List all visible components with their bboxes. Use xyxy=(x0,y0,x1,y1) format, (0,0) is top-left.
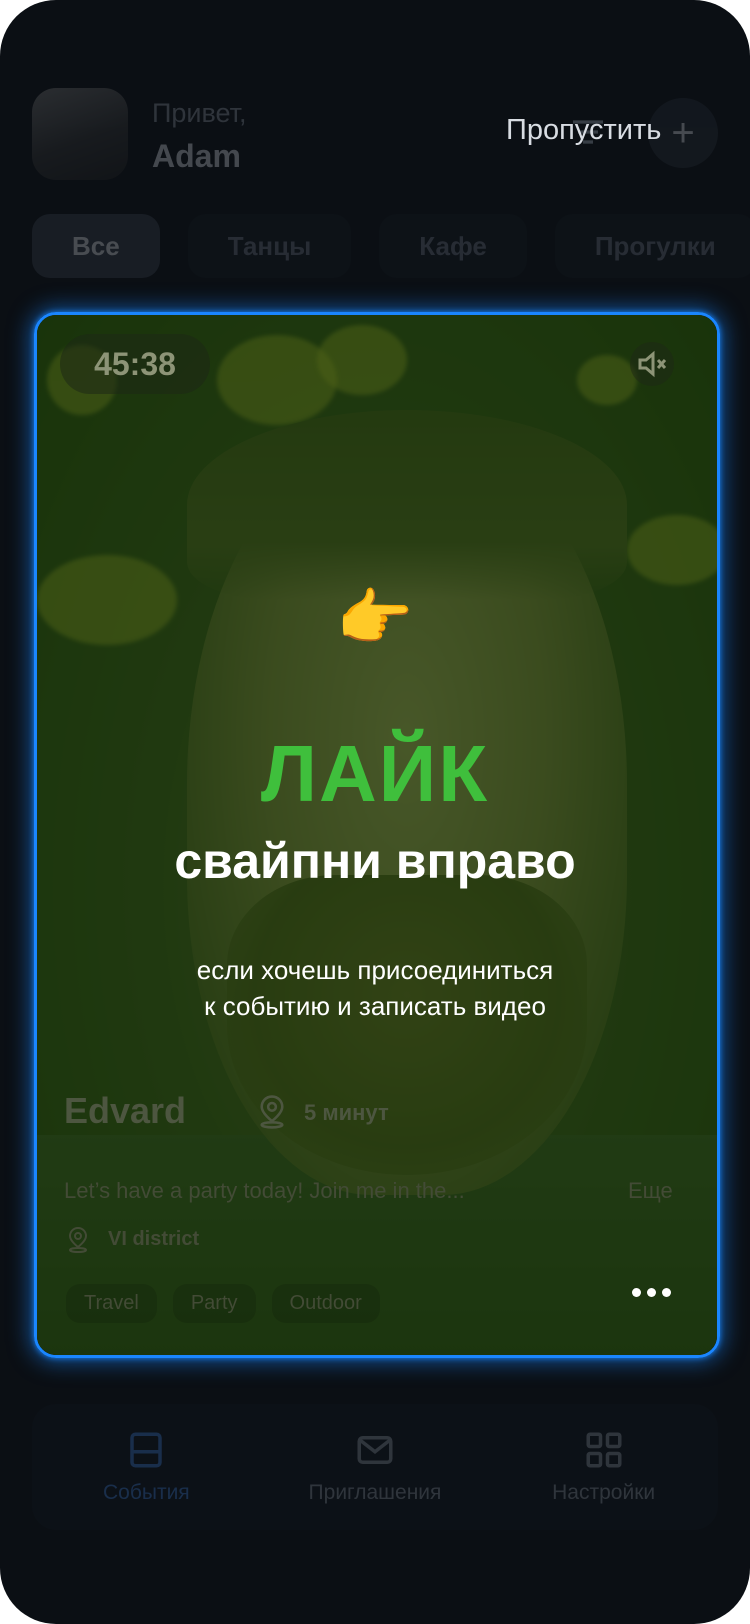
more-options-icon[interactable] xyxy=(632,1288,671,1297)
grid-icon xyxy=(586,1432,622,1468)
hint-description-line1: если хочешь присоединиться xyxy=(196,955,554,985)
event-tags: Travel Party Outdoor xyxy=(66,1284,380,1323)
event-description: Let’s have a party today! Join me in the… xyxy=(64,1178,465,1203)
nav-item-events[interactable]: События xyxy=(46,1429,246,1505)
skip-button[interactable]: Пропустить xyxy=(506,114,661,147)
hint-description-line2: к событию и записать видео xyxy=(204,991,546,1021)
event-location: VI district xyxy=(108,1228,200,1250)
hint-description: если хочешь присоединиться к событию и з… xyxy=(0,952,750,1024)
category-tabs: Все Танцы Кафе Прогулки xyxy=(32,214,750,278)
nav-label-settings: Настройки xyxy=(552,1481,656,1504)
hint-subtitle: свайпни вправо xyxy=(174,833,576,889)
user-name: Adam xyxy=(152,138,241,174)
location-pin-icon xyxy=(260,1095,284,1129)
location-icon xyxy=(68,1226,88,1253)
tab-all[interactable]: Все xyxy=(32,214,160,278)
nav-label-invitations: Приглашения xyxy=(308,1481,442,1504)
calendar-icon xyxy=(130,1432,163,1468)
bottom-nav: События Приглашения Настройки xyxy=(32,1404,718,1530)
mail-icon xyxy=(357,1436,393,1464)
avatar[interactable] xyxy=(32,88,128,180)
pointing-hand-icon: 👉 xyxy=(336,584,414,653)
nav-item-invitations[interactable]: Приглашения xyxy=(275,1429,475,1505)
tab-dances[interactable]: Танцы xyxy=(187,214,352,278)
tab-cafe[interactable]: Кафе xyxy=(379,214,527,278)
video-timer: 45:38 xyxy=(60,334,210,394)
nav-item-settings[interactable]: Настройки xyxy=(504,1429,704,1505)
read-more-link[interactable]: Еще xyxy=(628,1178,673,1204)
event-distance-time: 5 минут xyxy=(304,1100,389,1125)
tag-outdoor[interactable]: Outdoor xyxy=(271,1284,380,1323)
mute-icon[interactable] xyxy=(630,342,674,386)
greeting-text: Привет, xyxy=(152,98,247,128)
phone-screen: Привет, Adam + Все Танцы Кафе Прогулки С… xyxy=(0,0,750,1624)
tab-walks[interactable]: Прогулки xyxy=(554,214,750,278)
tag-party[interactable]: Party xyxy=(172,1284,256,1323)
event-author-name: Edvard xyxy=(64,1090,187,1131)
tag-travel[interactable]: Travel xyxy=(66,1284,157,1323)
nav-label-events: События xyxy=(102,1481,190,1504)
hint-title: ЛАЙК xyxy=(260,729,490,818)
